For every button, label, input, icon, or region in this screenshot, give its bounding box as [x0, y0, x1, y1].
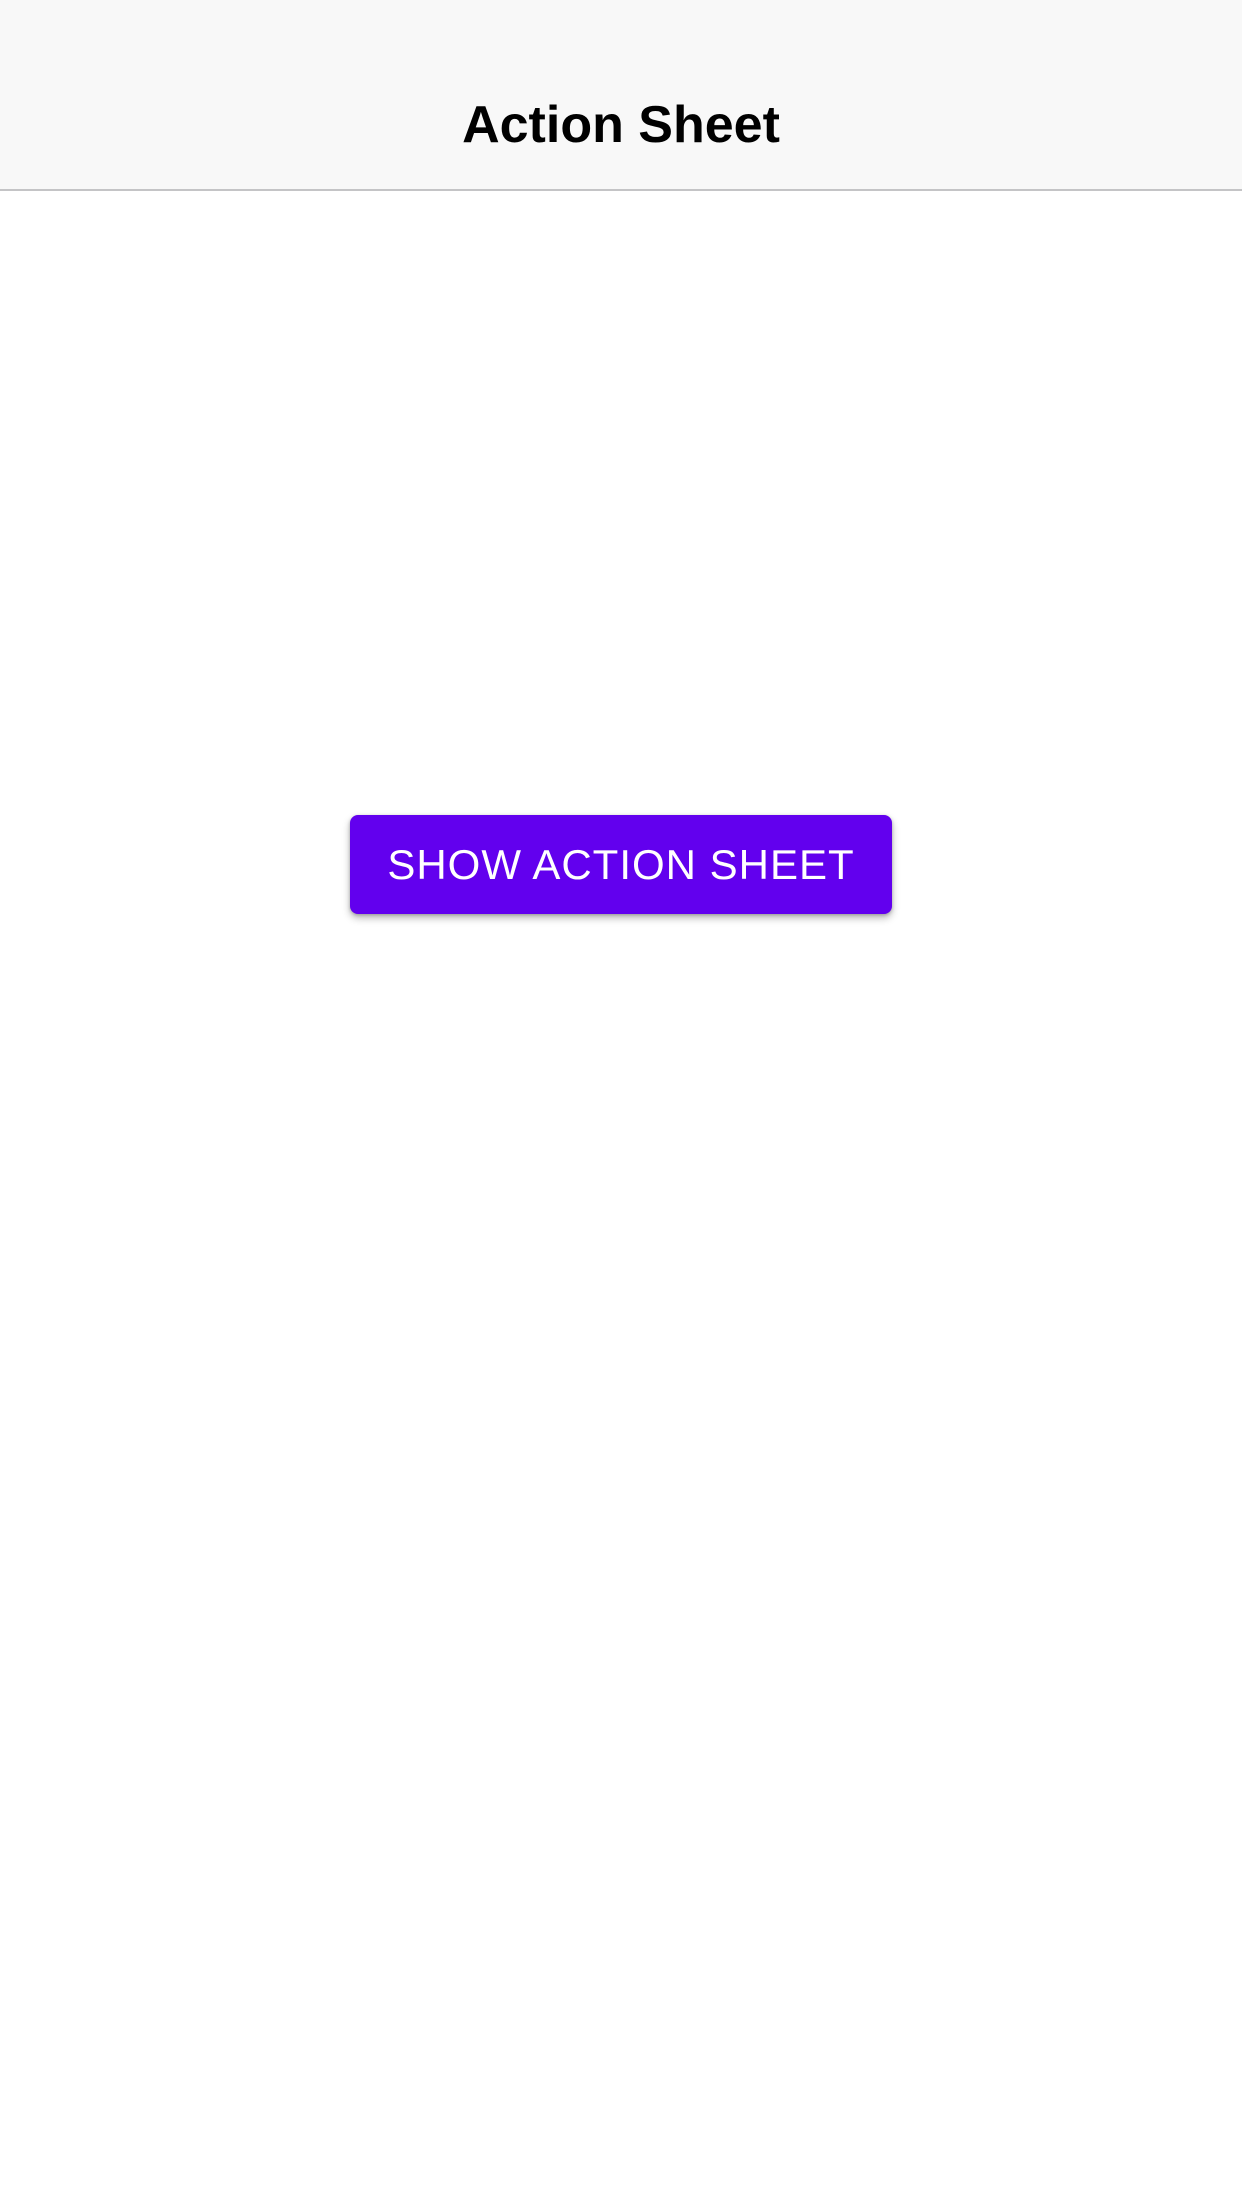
- page-title: Action Sheet: [462, 96, 780, 154]
- show-action-sheet-button[interactable]: SHOW ACTION SHEET: [350, 815, 892, 914]
- navigation-bar: Action Sheet: [0, 0, 1242, 191]
- main-content: SHOW ACTION SHEET: [0, 191, 1242, 2208]
- app-screen: Action Sheet SHOW ACTION SHEET: [0, 0, 1242, 2208]
